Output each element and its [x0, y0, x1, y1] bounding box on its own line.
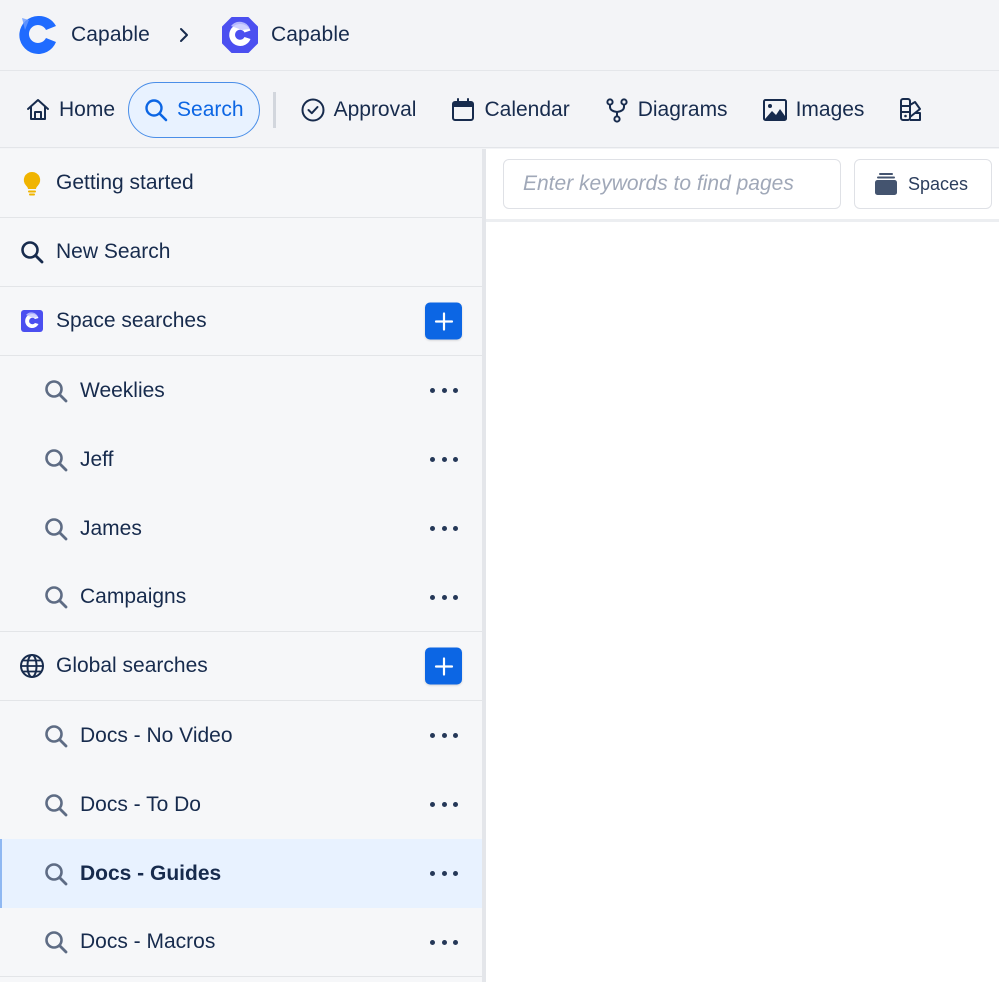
list-item[interactable]: James — [0, 494, 482, 563]
more-options-button[interactable] — [430, 864, 458, 884]
nav-approval-label: Approval — [333, 97, 417, 121]
plus-icon — [434, 656, 453, 676]
breadcrumb: Capable Capable — [0, 0, 999, 71]
nav-search-label: Search — [177, 97, 244, 121]
list-item-label: James — [80, 516, 142, 540]
lightbulb-icon — [19, 170, 45, 196]
list-item-label: Docs - No Video — [80, 723, 233, 747]
branch-icon — [606, 97, 628, 123]
list-item-label: Docs - Guides — [80, 861, 222, 885]
sidebar-item-getting-started[interactable]: Getting started — [0, 149, 482, 218]
home-icon — [27, 98, 49, 120]
more-options-button[interactable] — [430, 519, 458, 539]
keyword-search-input[interactable] — [503, 159, 841, 209]
list-item-label: Jeff — [80, 447, 114, 471]
search-icon — [43, 792, 69, 818]
nav-diagrams-label: Diagrams — [637, 97, 728, 121]
more-options-button[interactable] — [430, 587, 458, 607]
more-options-button[interactable] — [430, 381, 458, 401]
sidebar-item-label: New Search — [56, 240, 171, 263]
spaces-filter-button[interactable]: Spaces — [854, 159, 992, 209]
search-toolbar: Spaces — [486, 149, 999, 222]
chevron-right-icon — [179, 28, 188, 42]
add-space-search-button[interactable] — [425, 302, 462, 340]
sidebar-item-new-search[interactable]: New Search — [0, 218, 482, 287]
more-options-button[interactable] — [430, 932, 458, 952]
globe-icon — [19, 653, 45, 679]
breadcrumb-app[interactable]: Capable — [17, 14, 150, 56]
add-global-search-button[interactable] — [425, 647, 462, 685]
calendar-icon — [452, 97, 475, 121]
list-item[interactable]: Docs - No Video — [0, 701, 482, 770]
plus-icon — [434, 311, 453, 331]
more-options-button[interactable] — [430, 726, 458, 746]
sidebar: Getting started New Search Space searche… — [0, 149, 482, 982]
section-global-searches: Global searches — [0, 632, 482, 701]
search-icon — [145, 98, 168, 121]
search-icon — [43, 861, 69, 887]
nav-search[interactable]: Search — [128, 81, 260, 138]
capable-logo-icon — [19, 15, 56, 54]
section-label: Global searches — [56, 654, 208, 677]
nav-diagrams[interactable]: Diagrams — [594, 82, 738, 138]
search-icon — [43, 378, 69, 404]
nav-home[interactable]: Home — [15, 82, 125, 138]
nav-divider — [272, 91, 276, 128]
search-icon — [19, 239, 45, 265]
search-icon — [43, 723, 69, 749]
nav-calendar[interactable]: Calendar — [440, 82, 579, 138]
nav-calendar-label: Calendar — [484, 97, 570, 121]
nav-images[interactable]: Images — [752, 82, 875, 138]
breadcrumb-app-label: Capable — [71, 23, 150, 46]
list-item-label: Weeklies — [80, 378, 165, 402]
nav-images-label: Images — [795, 97, 865, 121]
section-space-searches: Space searches — [0, 287, 482, 356]
nav-swatch[interactable] — [888, 82, 942, 138]
list-item[interactable]: Docs - Macros — [0, 908, 482, 977]
spaces-filter-label: Spaces — [908, 173, 969, 194]
search-icon — [43, 929, 69, 955]
check-circle-icon — [301, 98, 325, 121]
list-item-label: Campaigns — [80, 585, 187, 608]
breadcrumb-space-label: Capable — [270, 23, 350, 46]
list-item[interactable]: Campaigns — [0, 563, 482, 632]
main-content: Spaces — [486, 149, 999, 982]
more-options-button[interactable] — [430, 795, 458, 815]
breadcrumb-space[interactable]: Capable — [221, 17, 350, 53]
capable-space-icon — [19, 308, 45, 334]
list-item[interactable]: Docs - To Do — [0, 770, 482, 839]
more-options-button[interactable] — [430, 450, 458, 470]
search-icon — [43, 584, 69, 610]
search-icon — [43, 516, 69, 542]
nav-approval[interactable]: Approval — [290, 82, 427, 138]
search-icon — [43, 447, 69, 473]
list-item[interactable]: Jeff — [0, 425, 482, 494]
list-item-selected[interactable]: Docs - Guides — [0, 839, 482, 908]
space-logo-icon — [221, 17, 258, 53]
list-item-label: Docs - Macros — [80, 930, 216, 953]
section-label: Space searches — [56, 309, 207, 332]
sidebar-item-label: Getting started — [56, 171, 194, 194]
main-nav: Home Search Approval Calendar Diagrams I… — [0, 72, 999, 148]
swatch-icon — [900, 97, 922, 121]
list-item-label: Docs - To Do — [80, 792, 201, 816]
list-item[interactable]: Weeklies — [0, 356, 482, 425]
image-icon — [762, 98, 787, 121]
stack-icon — [875, 173, 897, 195]
nav-home-label: Home — [59, 97, 116, 121]
